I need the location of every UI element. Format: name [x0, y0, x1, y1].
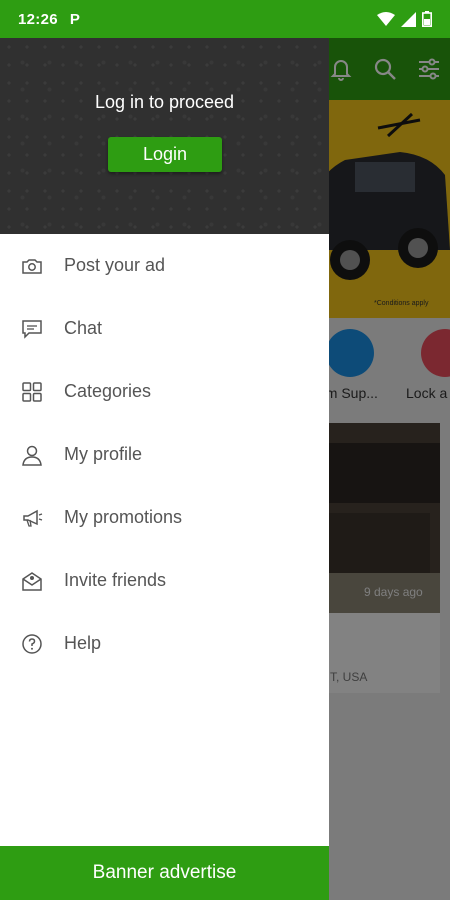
menu-item-invite-friends[interactable]: Invite friends [0, 549, 329, 612]
person-icon [21, 444, 43, 466]
menu-item-my-promotions[interactable]: My promotions [0, 486, 329, 549]
drawer-menu: Post your ad Chat Categories My profile … [0, 234, 329, 675]
menu-label: Help [64, 633, 102, 653]
drawer-header: Log in to proceed Login [0, 38, 329, 234]
menu-label: Categories [64, 381, 152, 401]
grid-icon [21, 381, 43, 403]
navigation-drawer: Log in to proceed Login Post your ad Cha… [0, 38, 329, 900]
menu-item-my-profile[interactable]: My profile [0, 423, 329, 486]
envelope-icon [21, 570, 43, 592]
menu-item-help[interactable]: Help [0, 612, 329, 675]
status-time: 12:26 [18, 10, 58, 28]
menu-label: Chat [64, 318, 103, 338]
battery-icon [422, 11, 432, 27]
chat-icon [21, 318, 43, 340]
menu-item-categories[interactable]: Categories [0, 360, 329, 423]
menu-label: Invite friends [64, 570, 167, 590]
signal-icon [401, 11, 416, 27]
wifi-icon [377, 12, 395, 26]
login-prompt: Log in to proceed [94, 92, 235, 112]
menu-item-post-ad[interactable]: Post your ad [0, 234, 329, 297]
menu-label: Post your ad [64, 255, 166, 275]
camera-icon [21, 255, 43, 277]
status-bar: 12:26 P [0, 0, 450, 38]
megaphone-icon [21, 507, 43, 529]
menu-label: My profile [64, 444, 143, 464]
menu-label: My promotions [64, 507, 183, 527]
help-icon [21, 633, 43, 655]
login-button[interactable]: Login [108, 137, 222, 172]
notification-p-icon: P [69, 10, 80, 28]
banner-advertise-button[interactable]: Banner advertise [0, 846, 329, 900]
menu-item-chat[interactable]: Chat [0, 297, 329, 360]
